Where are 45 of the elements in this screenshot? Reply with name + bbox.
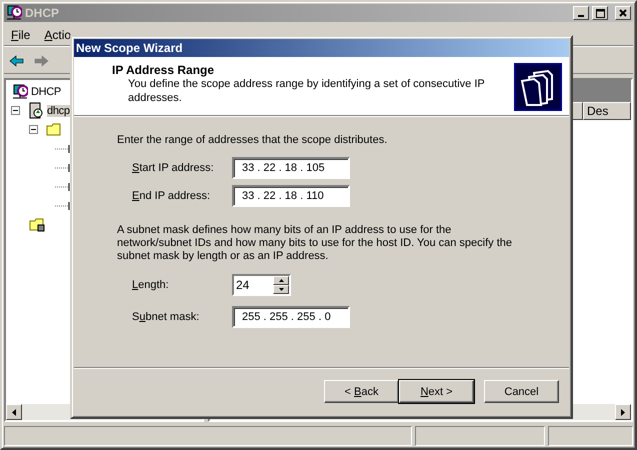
dialog-title: New Scope Wizard	[76, 41, 183, 55]
length-spinner[interactable]: 24	[232, 274, 291, 296]
right-arrow-icon	[621, 408, 625, 416]
tree-item[interactable]: dhcp	[47, 104, 70, 116]
spin-down-button[interactable]	[273, 285, 289, 294]
spin-up-button[interactable]	[273, 276, 289, 285]
tree-branch-icon	[55, 200, 71, 212]
up-arrow-icon	[278, 279, 284, 282]
menu-item[interactable]: File	[4, 28, 38, 42]
dhcp-icon	[12, 84, 28, 100]
page-subtitle: You define the scope address range by identifying a set of consecutive IP addresses.	[127, 77, 486, 105]
tree-branch-icon	[55, 180, 71, 192]
folders-icon	[514, 63, 562, 111]
minimize-button[interactable]	[573, 6, 589, 20]
folder-icon	[29, 217, 45, 232]
instruction-text: Enter the range of addresses that the scope distributes.	[117, 134, 388, 146]
back-arrow-icon[interactable]	[8, 52, 26, 68]
field-label: End IP address:	[132, 190, 212, 202]
left-arrow-icon	[12, 408, 16, 416]
back-button[interactable]: < Back	[324, 380, 399, 403]
tree-branch-icon	[55, 162, 71, 174]
ip-address-field[interactable]: 255 . 255 . 255 . 0	[232, 306, 350, 328]
maximize-icon	[596, 8, 604, 18]
field-label: Length:	[132, 279, 170, 291]
tree-branch-icon	[55, 142, 71, 154]
down-arrow-icon	[278, 288, 284, 291]
subnet-explanation: A subnet mask defines how many bits of an IP address to use for the network/subnet IDs and how many bits to use for the host ID. You can specify the subnet mask by length or as an IP address.	[117, 224, 514, 263]
server-icon	[28, 102, 44, 120]
maximize-button[interactable]	[592, 6, 608, 20]
cancel-button[interactable]: Cancel	[484, 380, 559, 403]
field-label: Subnet mask:	[132, 311, 200, 323]
folder-icon	[46, 122, 62, 137]
next-button[interactable]: Next >	[399, 380, 474, 403]
collapse-icon[interactable]	[11, 106, 20, 115]
dhcp-icon	[6, 5, 22, 21]
tree-item[interactable]: DHCP	[31, 86, 61, 98]
window-title: DHCP	[25, 6, 60, 20]
page-heading: IP Address Range	[112, 63, 216, 77]
ip-address-field[interactable]: 33 . 22 . 18 . 110	[232, 185, 350, 207]
close-button[interactable]	[615, 6, 631, 20]
collapse-icon[interactable]	[29, 125, 38, 134]
column-header[interactable]: Des	[583, 102, 631, 120]
field-label: Start IP address:	[132, 162, 215, 174]
close-icon	[619, 9, 627, 17]
ip-address-field[interactable]: 33 . 22 . 18 . 105	[232, 157, 350, 179]
